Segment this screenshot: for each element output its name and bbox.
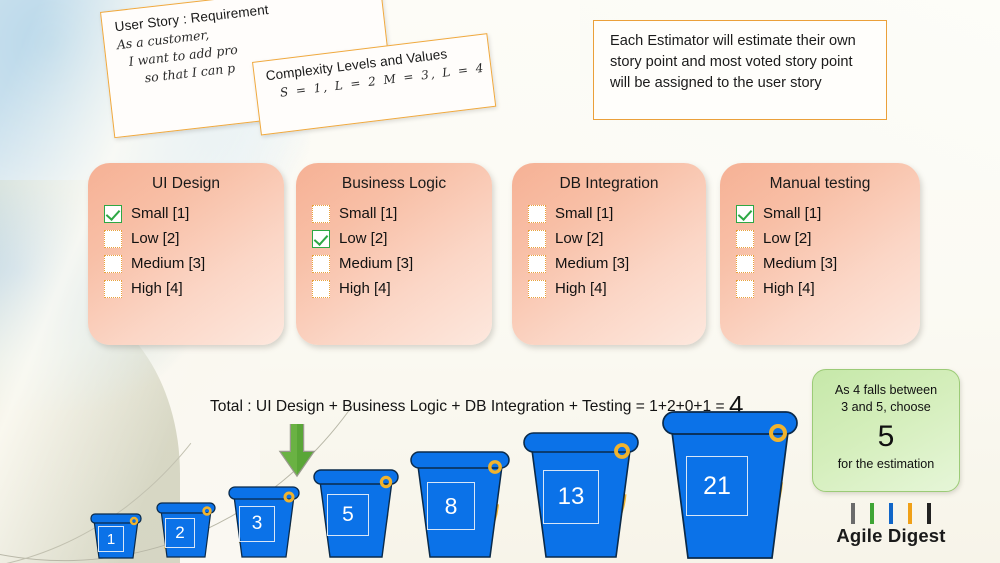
checkbox-icon[interactable] <box>528 205 546 223</box>
estimator-card-business-logic[interactable]: Business Logic Small [1] Low [2] Medium … <box>296 163 492 345</box>
option-row[interactable]: Small [1] <box>104 203 284 225</box>
option-row[interactable]: Low [2] <box>312 228 492 250</box>
bucket-label: 8 <box>427 482 475 530</box>
agile-digest-logo[interactable]: Agile Digest <box>806 503 976 547</box>
total-expression-text: Total : UI Design + Business Logic + DB … <box>210 398 729 415</box>
bucket-1[interactable]: 1 <box>88 512 146 560</box>
card-title: UI Design <box>151 175 221 192</box>
option-label: Medium [3] <box>131 255 206 272</box>
bucket-label: 2 <box>165 518 195 548</box>
checkbox-checked-icon[interactable] <box>312 230 330 248</box>
option-label: Low [2] <box>763 230 812 247</box>
option-row[interactable]: Medium [3] <box>528 253 706 275</box>
option-row[interactable]: High [4] <box>104 278 284 300</box>
logo-icon-row <box>806 503 976 524</box>
option-row[interactable]: Medium [3] <box>736 253 920 275</box>
estimator-card-db-integration[interactable]: DB Integration Small [1] Low [2] Medium … <box>512 163 706 345</box>
bucket-3[interactable]: 3 <box>224 484 304 560</box>
result-number: 5 <box>877 420 895 453</box>
checkbox-icon[interactable] <box>312 255 330 273</box>
checkbox-icon[interactable] <box>104 255 122 273</box>
laptop-icon-black <box>921 503 937 524</box>
laptop-icon-blue <box>883 503 899 524</box>
option-row[interactable]: Medium [3] <box>104 253 284 275</box>
bucket-5[interactable]: 5 <box>308 466 404 560</box>
option-label: High [4] <box>763 280 815 297</box>
result-line-1: As 4 falls between <box>834 383 938 397</box>
option-label: Small [1] <box>339 205 398 222</box>
option-row[interactable]: Small [1] <box>312 203 492 225</box>
option-label: High [4] <box>131 280 183 297</box>
option-label: Small [1] <box>555 205 614 222</box>
bucket-label: 21 <box>686 456 748 516</box>
checkbox-checked-icon[interactable] <box>736 205 754 223</box>
option-row[interactable]: Low [2] <box>736 228 920 250</box>
card-title: Business Logic <box>341 175 447 192</box>
checkbox-icon[interactable] <box>736 230 754 248</box>
result-line-3: for the estimation <box>837 457 935 471</box>
laptop-icon-green <box>864 503 880 524</box>
callout-box: Each Estimator will estimate their own s… <box>593 20 887 120</box>
option-label: Medium [3] <box>763 255 838 272</box>
option-row[interactable]: Small [1] <box>736 203 920 225</box>
option-row[interactable]: High [4] <box>312 278 492 300</box>
estimator-card-ui-design[interactable]: UI Design Small [1] Low [2] Medium [3] H… <box>88 163 284 345</box>
checkbox-icon[interactable] <box>528 230 546 248</box>
option-label: High [4] <box>339 280 391 297</box>
option-label: Low [2] <box>131 230 180 247</box>
estimation-result-box: As 4 falls between 3 and 5, choose 5 for… <box>812 369 960 492</box>
laptop-icon-orange <box>902 503 918 524</box>
option-row[interactable]: Small [1] <box>528 203 706 225</box>
option-label: Low [2] <box>339 230 388 247</box>
bucket-label: 5 <box>327 494 369 536</box>
bucket-label: 13 <box>543 470 599 524</box>
bucket-label: 3 <box>239 506 275 542</box>
bucket-8[interactable]: 8 <box>404 448 516 560</box>
checkbox-icon[interactable] <box>312 205 330 223</box>
option-label: Small [1] <box>763 205 822 222</box>
slide-canvas: User Story : Requirement As a customer, … <box>0 0 1000 563</box>
bucket-2[interactable]: 2 <box>153 500 219 560</box>
card-title: DB Integration <box>559 175 659 192</box>
laptop-icon-gray <box>845 503 861 524</box>
bucket-21[interactable]: 21 <box>654 406 806 561</box>
bucket-13[interactable]: 13 <box>516 428 646 560</box>
checkbox-checked-icon[interactable] <box>104 205 122 223</box>
option-label: Medium [3] <box>555 255 630 272</box>
option-row[interactable]: Low [2] <box>104 228 284 250</box>
estimator-card-manual-testing[interactable]: Manual testing Small [1] Low [2] Medium … <box>720 163 920 345</box>
bucket-label: 1 <box>98 526 124 552</box>
checkbox-icon[interactable] <box>736 255 754 273</box>
checkbox-icon[interactable] <box>528 280 546 298</box>
option-label: Small [1] <box>131 205 190 222</box>
option-row[interactable]: High [4] <box>528 278 706 300</box>
checkbox-icon[interactable] <box>104 280 122 298</box>
logo-text: Agile Digest <box>836 525 946 546</box>
option-label: High [4] <box>555 280 607 297</box>
card-title: Manual testing <box>769 175 871 192</box>
callout-text: Each Estimator will estimate their own s… <box>610 33 856 91</box>
option-label: Low [2] <box>555 230 604 247</box>
checkbox-icon[interactable] <box>104 230 122 248</box>
checkbox-icon[interactable] <box>312 280 330 298</box>
option-row[interactable]: Low [2] <box>528 228 706 250</box>
result-line-2: 3 and 5, choose <box>841 400 931 414</box>
checkbox-icon[interactable] <box>736 280 754 298</box>
checkbox-icon[interactable] <box>528 255 546 273</box>
option-row[interactable]: Medium [3] <box>312 253 492 275</box>
option-label: Medium [3] <box>339 255 414 272</box>
option-row[interactable]: High [4] <box>736 278 920 300</box>
